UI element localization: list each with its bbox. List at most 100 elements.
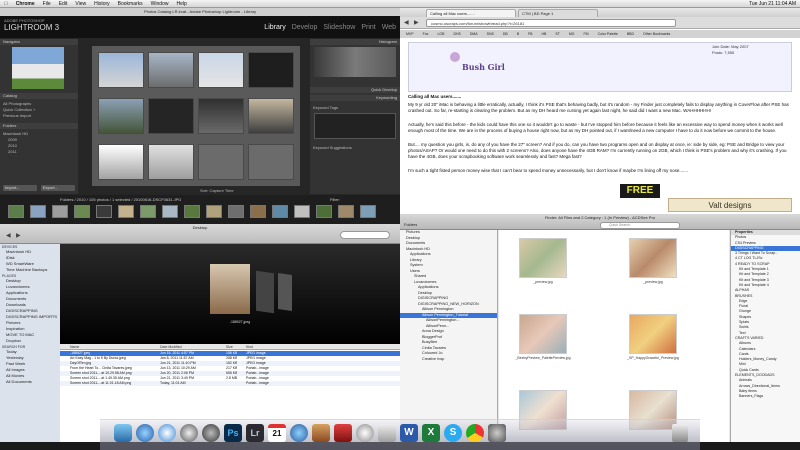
trash-icon[interactable]: [672, 424, 688, 442]
menu-window[interactable]: Window: [147, 1, 173, 7]
bookmark-item[interactable]: BBD: [627, 32, 634, 36]
filmstrip-thumb[interactable]: [272, 205, 288, 218]
filmstrip-thumb[interactable]: [162, 205, 178, 218]
module-print[interactable]: Print: [361, 24, 375, 31]
filter-label[interactable]: Filter:: [330, 197, 340, 202]
lightroom-icon[interactable]: Lr: [246, 424, 264, 442]
menu-clock[interactable]: Tue Jun 21 11:04 AM: [745, 1, 800, 7]
banner-valt[interactable]: Valt designs: [668, 198, 792, 212]
bookmark-item[interactable]: Other Bookmarks: [643, 32, 670, 36]
navigator-preview[interactable]: [12, 47, 64, 89]
bookmark-item[interactable]: HB: [542, 32, 547, 36]
grid-photo[interactable]: [98, 144, 144, 180]
column-header[interactable]: Name: [70, 345, 79, 349]
keywording-header[interactable]: Keywording: [310, 95, 400, 101]
photoshop-icon[interactable]: Ps: [224, 424, 242, 442]
sidebar-item[interactable]: All Documents: [0, 379, 60, 385]
folder-item[interactable]: 2009: [8, 137, 17, 142]
grid-photo[interactable]: [248, 98, 294, 134]
apple-icon[interactable]: : [0, 1, 12, 7]
menu-app[interactable]: Chrome: [12, 1, 39, 7]
itunes-icon[interactable]: [290, 424, 308, 442]
menu-help[interactable]: Help: [172, 1, 190, 7]
module-web[interactable]: Web: [382, 24, 396, 31]
appstore-icon[interactable]: [136, 424, 154, 442]
clock-icon[interactable]: [180, 424, 198, 442]
bookmark-item[interactable]: Fox: [423, 32, 429, 36]
column-header[interactable]: Kind: [246, 345, 253, 349]
filmstrip-thumb[interactable]: [360, 205, 376, 218]
menu-edit[interactable]: Edit: [55, 1, 72, 7]
sidebar-item[interactable]: Time Machine Backups: [0, 267, 60, 273]
catalog-item[interactable]: All Photographs: [3, 101, 31, 106]
browser-tab[interactable]: CTM | BD Page 1: [518, 9, 598, 17]
filmstrip-thumb[interactable]: [52, 205, 68, 218]
filmstrip-thumb[interactable]: [338, 205, 354, 218]
keyword-tags-field[interactable]: [314, 113, 396, 139]
filmstrip-thumb[interactable]: [96, 205, 112, 218]
bookmark-item[interactable]: Color Palette: [598, 32, 618, 36]
back-icon[interactable]: ◀: [6, 232, 11, 239]
quick-search-input[interactable]: Quick Search: [600, 222, 680, 229]
photo-icon[interactable]: [312, 424, 330, 442]
back-icon[interactable]: ◀: [404, 19, 409, 26]
chrome-icon[interactable]: [466, 424, 484, 442]
import-button[interactable]: Import...: [3, 185, 37, 191]
column-header[interactable]: Date Modified: [160, 345, 182, 349]
avatar[interactable]: [450, 52, 460, 62]
filmstrip-thumb[interactable]: [184, 205, 200, 218]
grid-photo[interactable]: [198, 98, 244, 134]
module-slideshow[interactable]: Slideshow: [323, 24, 355, 31]
menu-bookmarks[interactable]: Bookmarks: [114, 1, 147, 7]
thumbnail[interactable]: [629, 238, 677, 278]
banner-free[interactable]: FREE: [620, 184, 660, 198]
excel-icon[interactable]: X: [422, 424, 440, 442]
coverflow-item[interactable]: [256, 270, 274, 314]
tree-item[interactable]: Creative Insp: [400, 357, 497, 363]
filmstrip-thumb[interactable]: [294, 205, 310, 218]
keyword-item[interactable]: Banners_Flags: [731, 394, 800, 399]
histogram-header[interactable]: Histogram: [310, 39, 400, 45]
filmstrip-thumb[interactable]: [228, 205, 244, 218]
grid-photo[interactable]: [148, 52, 194, 88]
bookmark-item[interactable]: DHS: [453, 32, 460, 36]
coverflow-view[interactable]: -188927.jpeg: [60, 244, 400, 344]
post-username[interactable]: Bush Girl: [462, 62, 505, 72]
grid-photo[interactable]: [148, 98, 194, 134]
calendar-icon[interactable]: 21: [268, 424, 286, 442]
bookmark-item[interactable]: B: [517, 32, 519, 36]
coverflow-item[interactable]: [278, 273, 292, 311]
search-input[interactable]: [340, 231, 390, 239]
system-prefs-icon[interactable]: [488, 424, 506, 442]
bookmark-item[interactable]: FM: [584, 32, 589, 36]
bookmark-item[interactable]: DB: [503, 32, 508, 36]
bookmark-item[interactable]: SNS: [487, 32, 494, 36]
itunes-icon[interactable]: [202, 424, 220, 442]
contacts-icon[interactable]: [378, 424, 396, 442]
skype-icon[interactable]: S: [444, 424, 462, 442]
url-bar[interactable]: cosmo.oscraps.com/forum/showthread.php?t…: [426, 19, 676, 27]
filmstrip-thumb[interactable]: [8, 205, 24, 218]
filmstrip-thumb[interactable]: [118, 205, 134, 218]
folders-header[interactable]: Folders: [0, 123, 78, 129]
bookmark-item[interactable]: ST: [555, 32, 559, 36]
quick-develop-header[interactable]: Quick Develop: [310, 87, 400, 93]
navigator-header[interactable]: Navigator: [0, 39, 78, 45]
forward-icon[interactable]: ▶: [16, 232, 21, 239]
thumbnail[interactable]: [519, 314, 567, 354]
folder-item[interactable]: 2011: [8, 149, 17, 154]
catalog-header[interactable]: Catalog: [0, 93, 78, 99]
folder-item[interactable]: 2010: [8, 143, 17, 148]
filmstrip-thumb[interactable]: [250, 205, 266, 218]
menu-file[interactable]: File: [39, 1, 55, 7]
grid-photo[interactable]: [198, 52, 244, 88]
catalog-item[interactable]: Quick Collection +: [3, 107, 35, 112]
grid-photo[interactable]: [248, 52, 294, 88]
forward-icon[interactable]: ▶: [414, 19, 419, 26]
grid-photo[interactable]: [98, 52, 144, 88]
preview-icon[interactable]: [356, 424, 374, 442]
filmstrip-thumb[interactable]: [74, 205, 90, 218]
catalog-item[interactable]: Previous Import: [3, 113, 31, 118]
grid-photo[interactable]: [98, 98, 144, 134]
file-row[interactable]: Screen shot 2011-...at 11.01.18 AM.png To…: [60, 381, 400, 386]
